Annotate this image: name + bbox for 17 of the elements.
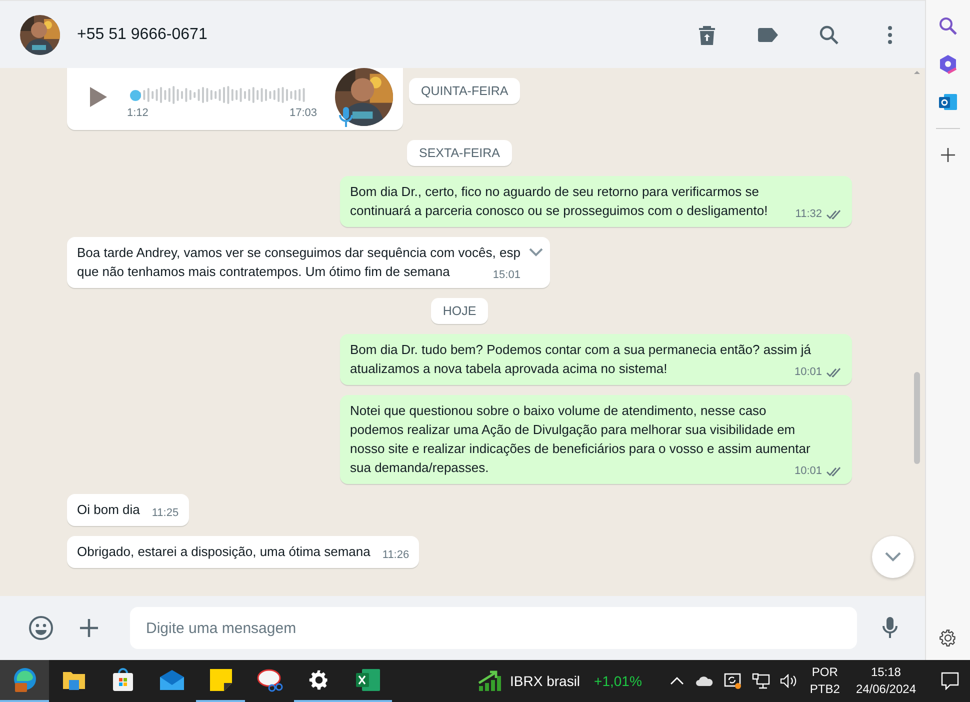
clock: 15:18 24/06/2024 [856, 664, 916, 698]
message-bubble: Bom dia Dr. tudo bem? Podemos contar com a sua permanecia então? assim já atualizamos a nova tabela aprovada acima no sistema! 10:01 [340, 334, 852, 385]
message-bubble: Oi bom dia 11:25 [67, 494, 189, 526]
date-label: SEXTA-FEIRA [406, 140, 512, 166]
contact-name: +55 51 9666-0671 [77, 26, 208, 44]
widget-change: +1,01% [594, 673, 642, 689]
message-input[interactable]: Digite uma mensagem [130, 607, 857, 649]
language-indicator: POR PTB2 [810, 664, 840, 698]
message-time: 17:03 [289, 107, 317, 119]
message-bubble: Notei que questionou sobre o baixo volume de atendimento, nesse caso podemos realizar uma Ação de Divulgação para melhorar sua visibilidade em nosso site e realizar indicações de beneficiários para o vosso e assim aumentar sua demanda/repasses. 10:01 [340, 395, 852, 484]
message-bubble: Boa tarde Andrey, vamos ver se conseguimos dar sequência com vocês, esp que não tenhamos mais contratempos. Um ótimo fim de semana 15:01 [67, 237, 550, 288]
widget-label: IBRX brasil [510, 673, 580, 689]
message-bubble: Bom dia Dr., certo, fico no aguardo de seu retorno para verificarmos se continuará a parceria conosco ou se prosseguimos com o desligamento! 11:32 [340, 176, 852, 227]
audio-duration: 1:12 [127, 107, 148, 119]
date-label: QUINTA-FEIRA [409, 78, 520, 104]
message-bubble: Obrigado, estarei a disposição, uma ótima semana 11:26 [67, 536, 420, 568]
date-label: HOJE [430, 298, 488, 324]
